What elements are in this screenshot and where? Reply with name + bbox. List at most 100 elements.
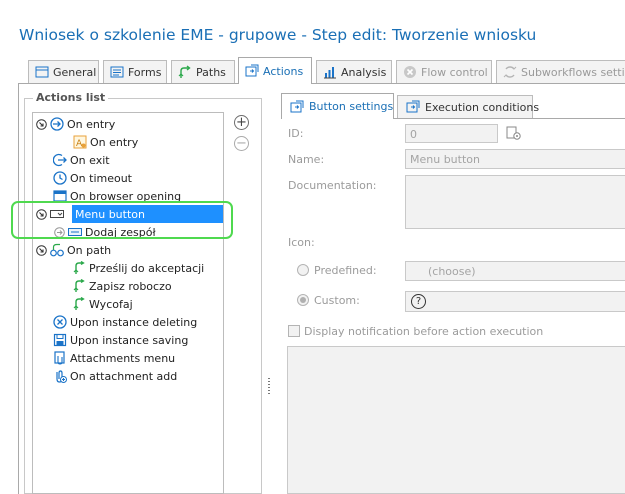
collapse-icon[interactable] <box>36 118 47 130</box>
tree-item-on-exit[interactable]: On exit <box>53 151 110 169</box>
actions-tree[interactable]: On entry A On entry On exit On timeout O… <box>32 112 224 494</box>
menu-button-icon <box>50 210 64 218</box>
id-label: ID: <box>288 127 304 140</box>
predefined-label: Predefined: <box>314 264 377 277</box>
browser-icon <box>53 190 67 202</box>
tree-item-label: On exit <box>70 153 110 167</box>
button-settings-icon <box>290 100 304 112</box>
tab-subworkflows-setting[interactable]: Subworkflows setting <box>496 60 625 83</box>
panel-splitter[interactable] <box>268 378 270 394</box>
tree-item-on-entry[interactable]: On entry <box>36 115 115 133</box>
tab-execution-conditions[interactable]: Execution conditions <box>397 95 539 118</box>
documentation-field[interactable] <box>405 175 625 229</box>
tree-item-on-browser-opening[interactable]: On browser opening <box>53 187 181 205</box>
tree-item-label: On attachment add <box>70 369 178 383</box>
display-notification-label: Display notification before action execu… <box>304 325 544 338</box>
tab-label: General <box>53 65 97 79</box>
predefined-select[interactable]: (choose) <box>405 261 625 281</box>
svg-text:A: A <box>76 139 83 149</box>
minus-icon: − <box>236 136 247 151</box>
tab-analysis[interactable]: Analysis <box>316 60 392 83</box>
tree-item-label: Zapisz roboczo <box>89 279 172 293</box>
tree-item-attachments-menu[interactable]: Attachments menu <box>53 349 175 367</box>
tree-item-on-timeout[interactable]: On timeout <box>53 169 132 187</box>
tab-label: Subworkflows setting <box>521 65 625 79</box>
tree-item-wycofaj[interactable]: Wycofaj <box>72 295 133 313</box>
tree-item-upon-instance-deleting[interactable]: Upon instance deleting <box>53 313 197 331</box>
on-path-icon <box>50 243 64 257</box>
tab-general[interactable]: General <box>28 60 99 83</box>
id-field[interactable]: 0 <box>405 124 498 143</box>
tree-item-on-path[interactable]: On path <box>36 241 111 259</box>
tree-item-label: On browser opening <box>70 189 182 203</box>
collapse-icon[interactable] <box>36 208 47 220</box>
tab-label: Analysis <box>341 65 387 79</box>
tab-label: Actions <box>263 64 304 78</box>
name-field[interactable]: Menu button <box>405 149 625 169</box>
attachments-menu-icon <box>54 351 65 365</box>
form-action-icon: A <box>73 135 87 149</box>
forms-icon <box>110 66 124 78</box>
add-action-button[interactable]: + <box>234 115 249 130</box>
actions-list-title: Actions list <box>33 91 109 104</box>
paths-icon <box>178 65 191 78</box>
tab-label: Paths <box>196 65 226 79</box>
plus-icon: + <box>236 115 247 130</box>
tree-item-label: On entry <box>90 135 139 149</box>
tree-item-upon-instance-saving[interactable]: Upon instance saving <box>53 331 188 349</box>
tab-label: Execution conditions <box>425 100 540 114</box>
arrow-right-icon <box>54 226 65 238</box>
tab-label: Flow control <box>421 65 488 79</box>
clock-icon <box>53 171 67 185</box>
custom-label: Custom: <box>314 294 360 307</box>
help-icon: ? <box>411 294 426 309</box>
on-exit-icon <box>53 153 67 167</box>
delete-icon <box>53 315 67 329</box>
icon-label: Icon: <box>288 236 315 249</box>
name-label: Name: <box>288 153 325 166</box>
tree-item-label: Attachments menu <box>70 351 176 365</box>
id-settings-icon[interactable] <box>506 125 522 141</box>
tab-actions[interactable]: Actions <box>238 57 312 84</box>
tree-item-label: Upon instance saving <box>70 333 189 347</box>
tab-label: Forms <box>128 65 162 79</box>
tree-item-label: Dodaj zespół <box>85 225 156 239</box>
tree-item-dodaj-zespol[interactable]: Dodaj zespół <box>54 223 156 241</box>
tree-item-label: Prześlij do akceptacji <box>89 261 205 275</box>
window-title: Wniosek o szkolenie EME - grupowe - Step… <box>19 26 537 44</box>
tree-item-label: On entry <box>67 117 116 131</box>
tree-item-label: Wycofaj <box>89 297 133 311</box>
tree-item-label: Upon instance deleting <box>70 315 198 329</box>
path-icon <box>73 279 85 292</box>
tree-item-menu-button[interactable]: Menu button <box>72 205 223 223</box>
collapse-icon[interactable] <box>36 244 47 256</box>
tree-item-label: On timeout <box>70 171 132 185</box>
button-icon <box>68 228 82 236</box>
tab-button-settings[interactable]: Button settings <box>281 93 394 119</box>
execution-conditions-icon <box>406 100 420 113</box>
custom-radio[interactable] <box>297 294 309 306</box>
notification-content-area[interactable] <box>287 346 625 494</box>
attachment-add-icon <box>56 370 67 383</box>
predefined-radio[interactable] <box>297 264 309 276</box>
subworkflows-icon <box>503 66 517 78</box>
actions-icon <box>245 64 259 77</box>
tree-item-label: On path <box>67 243 112 257</box>
tree-item-przeslij-do-akceptacji[interactable]: Prześlij do akceptacji <box>72 259 204 277</box>
tab-forms[interactable]: Forms <box>103 60 167 83</box>
tab-paths[interactable]: Paths <box>171 60 235 83</box>
tab-flow-control[interactable]: Flow control <box>396 60 492 83</box>
tree-item-on-entry-action[interactable]: A On entry <box>73 133 138 151</box>
tab-label: Button settings <box>309 100 394 113</box>
flow-control-icon <box>404 66 416 78</box>
tree-item-menu-button-group[interactable] <box>36 205 64 223</box>
documentation-label: Documentation: <box>288 179 377 192</box>
path-icon <box>73 261 85 274</box>
tree-item-zapisz-roboczo[interactable]: Zapisz roboczo <box>72 277 172 295</box>
custom-icon-picker[interactable]: ? <box>405 291 625 312</box>
display-notification-checkbox[interactable] <box>288 325 300 337</box>
on-entry-icon <box>50 117 64 131</box>
tree-item-on-attachment-add[interactable]: On attachment add <box>53 367 177 385</box>
remove-action-button[interactable]: − <box>234 136 249 151</box>
save-icon <box>53 333 67 347</box>
